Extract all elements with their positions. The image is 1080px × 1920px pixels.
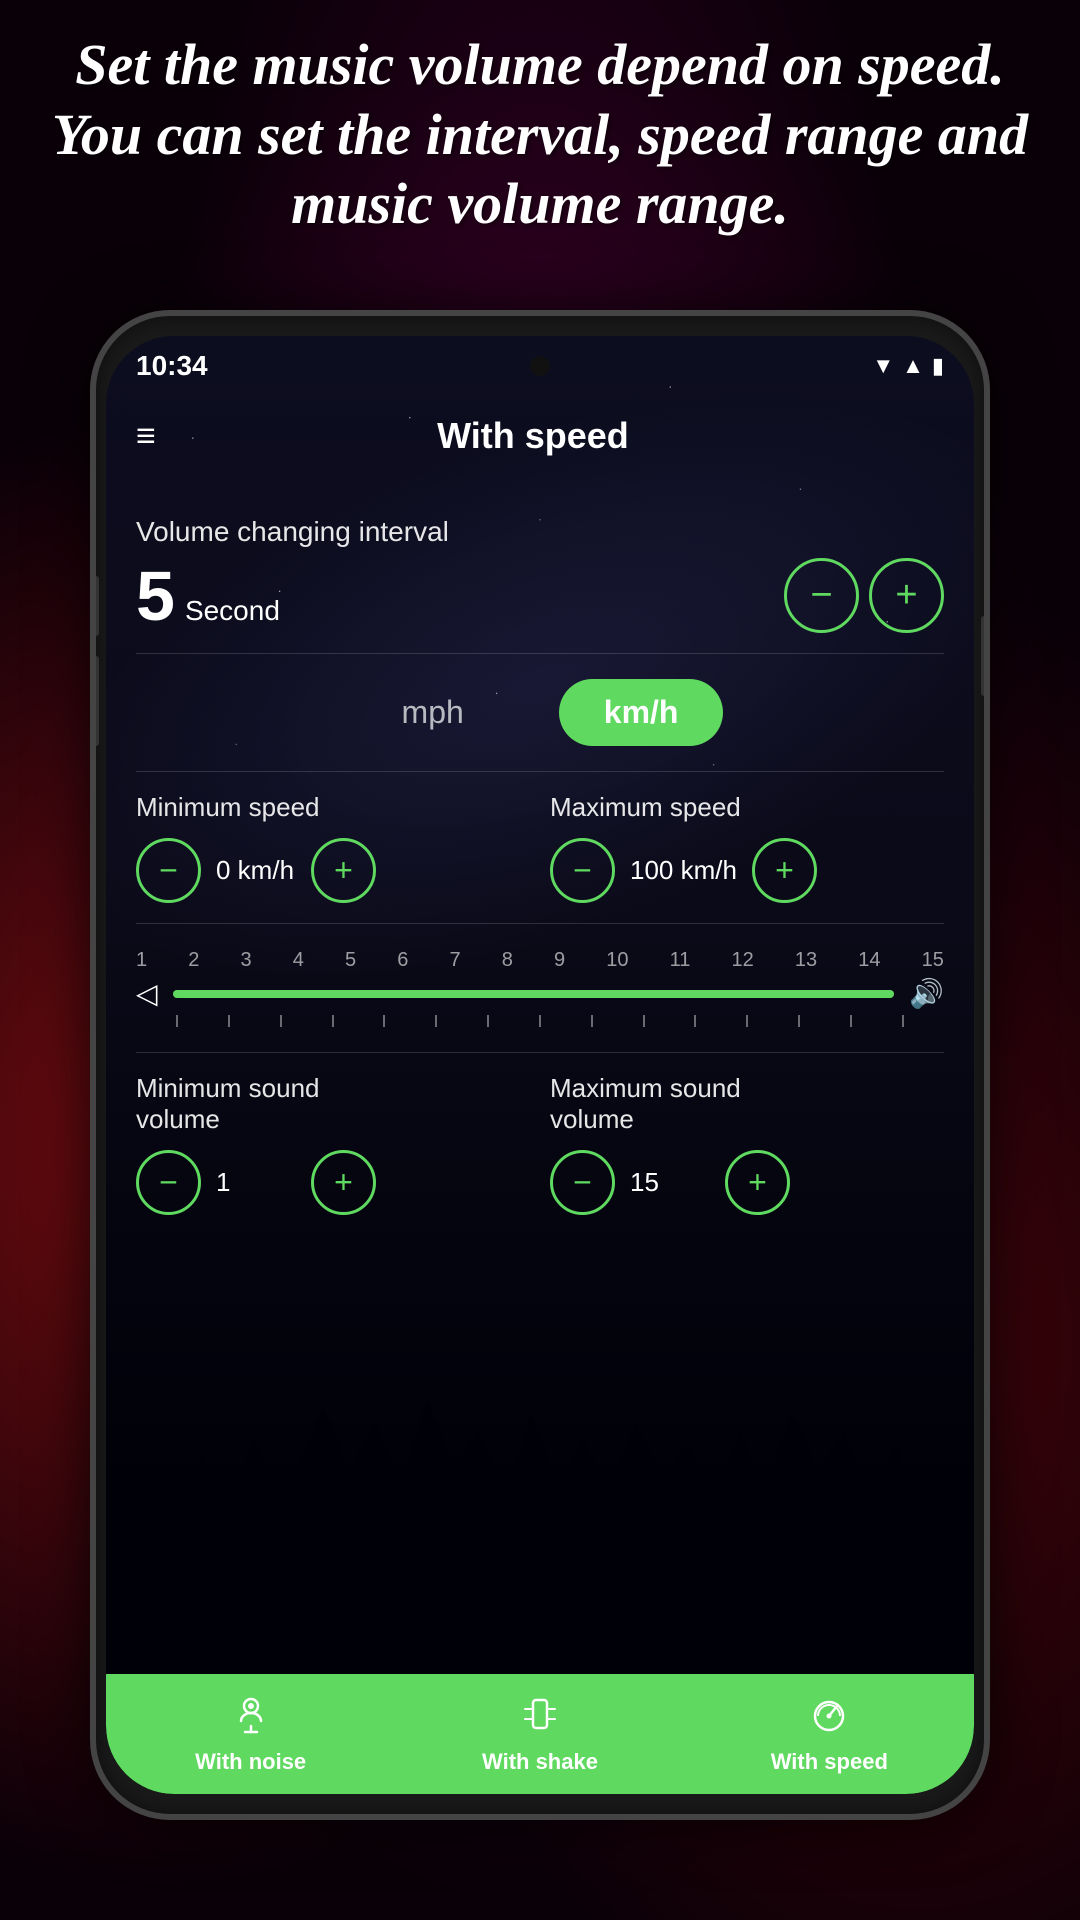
with-noise-icon bbox=[231, 1694, 271, 1743]
phone-power-button bbox=[981, 616, 987, 696]
nav-with-shake[interactable]: With shake bbox=[395, 1674, 684, 1794]
with-noise-label: With noise bbox=[195, 1749, 306, 1775]
interval-section: Volume changing interval 5 Second − + bbox=[136, 496, 944, 654]
battery-icon: ▮ bbox=[932, 353, 944, 379]
bottom-navigation: With noise With shake bbox=[106, 1674, 974, 1794]
max-speed-label: Maximum speed bbox=[550, 792, 944, 823]
signal-icon: ▲ bbox=[902, 353, 924, 379]
max-speed-minus-button[interactable]: − bbox=[550, 838, 615, 903]
top-bar: ≡ With speed bbox=[106, 396, 974, 476]
content-area: Volume changing interval 5 Second − + bbox=[106, 476, 974, 1674]
volume-slider-container: ◁ 🔊 bbox=[136, 977, 944, 1010]
interval-label: Volume changing interval bbox=[136, 516, 944, 548]
interval-btn-group: − + bbox=[784, 558, 944, 633]
volume-slider-section: 1 2 3 4 5 6 7 8 9 10 11 12 13 14 bbox=[136, 924, 944, 1053]
interval-minus-button[interactable]: − bbox=[784, 558, 859, 633]
status-icons: ▼ ▲ ▮ bbox=[872, 353, 944, 379]
max-sound-plus-button[interactable]: + bbox=[725, 1150, 790, 1215]
phone-screen: 10:34 ▼ ▲ ▮ ≡ With speed Volume changing… bbox=[106, 336, 974, 1794]
volume-low-icon: ◁ bbox=[136, 977, 158, 1010]
max-speed-col: Maximum speed − 100 km/h + bbox=[550, 792, 944, 903]
phone-frame: 10:34 ▼ ▲ ▮ ≡ With speed Volume changing… bbox=[90, 310, 990, 1820]
status-time: 10:34 bbox=[136, 350, 208, 382]
headline: Set the music volume depend on speed. Yo… bbox=[40, 30, 1040, 239]
page-title: With speed bbox=[156, 415, 910, 457]
min-speed-value: 0 km/h bbox=[216, 855, 296, 886]
mph-option[interactable]: mph bbox=[357, 679, 509, 746]
kmh-option[interactable]: km/h bbox=[559, 679, 724, 746]
with-shake-label: With shake bbox=[482, 1749, 598, 1775]
volume-slider-track[interactable] bbox=[173, 990, 895, 998]
max-sound-minus-button[interactable]: − bbox=[550, 1150, 615, 1215]
interval-number: 5 bbox=[136, 561, 175, 631]
volume-high-icon: 🔊 bbox=[909, 977, 944, 1010]
min-sound-label: Minimum sound volume bbox=[136, 1073, 530, 1135]
max-sound-stepper: − 15 + bbox=[550, 1150, 944, 1215]
wifi-icon: ▼ bbox=[872, 353, 894, 379]
interval-value-display: 5 Second bbox=[136, 561, 280, 631]
speed-unit-toggle-section: mph km/h bbox=[136, 654, 944, 772]
max-sound-label: Maximum sound volume bbox=[550, 1073, 944, 1135]
min-speed-col: Minimum speed − 0 km/h + bbox=[136, 792, 530, 903]
sound-volume-columns: Minimum sound volume − 1 + Maximum bbox=[136, 1073, 944, 1215]
min-sound-col: Minimum sound volume − 1 + bbox=[136, 1073, 530, 1215]
nav-with-speed[interactable]: With speed bbox=[685, 1674, 974, 1794]
min-sound-minus-button[interactable]: − bbox=[136, 1150, 201, 1215]
max-speed-stepper: − 100 km/h + bbox=[550, 838, 944, 903]
speed-range-columns: Minimum speed − 0 km/h + Maximum speed − bbox=[136, 792, 944, 903]
min-speed-minus-button[interactable]: − bbox=[136, 838, 201, 903]
nav-with-noise[interactable]: With noise bbox=[106, 1674, 395, 1794]
min-sound-plus-button[interactable]: + bbox=[311, 1150, 376, 1215]
min-speed-plus-button[interactable]: + bbox=[311, 838, 376, 903]
min-sound-stepper: − 1 + bbox=[136, 1150, 530, 1215]
min-speed-label: Minimum speed bbox=[136, 792, 530, 823]
interval-unit: Second bbox=[185, 595, 280, 627]
speed-range-section: Minimum speed − 0 km/h + Maximum speed − bbox=[136, 772, 944, 924]
sound-volume-section: Minimum sound volume − 1 + Maximum bbox=[136, 1053, 944, 1235]
phone-volume-down-button bbox=[93, 656, 99, 746]
with-speed-icon bbox=[809, 1694, 849, 1743]
max-speed-plus-button[interactable]: + bbox=[752, 838, 817, 903]
volume-slider-fill bbox=[173, 990, 895, 998]
interval-row: 5 Second − + bbox=[136, 558, 944, 633]
slider-tick-labels: 1 2 3 4 5 6 7 8 9 10 11 12 13 14 bbox=[136, 949, 944, 972]
max-sound-value: 15 bbox=[630, 1167, 710, 1198]
phone-volume-up-button bbox=[93, 576, 99, 636]
max-sound-col: Maximum sound volume − 15 + bbox=[550, 1073, 944, 1215]
camera-notch bbox=[530, 356, 550, 376]
max-speed-value: 100 km/h bbox=[630, 855, 737, 886]
page-wrapper: Set the music volume depend on speed. Yo… bbox=[0, 0, 1080, 1920]
hamburger-menu-icon[interactable]: ≡ bbox=[136, 417, 156, 456]
min-sound-value: 1 bbox=[216, 1167, 296, 1198]
with-shake-icon bbox=[520, 1694, 560, 1743]
min-speed-stepper: − 0 km/h + bbox=[136, 838, 530, 903]
interval-plus-button[interactable]: + bbox=[869, 558, 944, 633]
tick-marks bbox=[136, 1015, 944, 1027]
with-speed-label: With speed bbox=[771, 1749, 888, 1775]
